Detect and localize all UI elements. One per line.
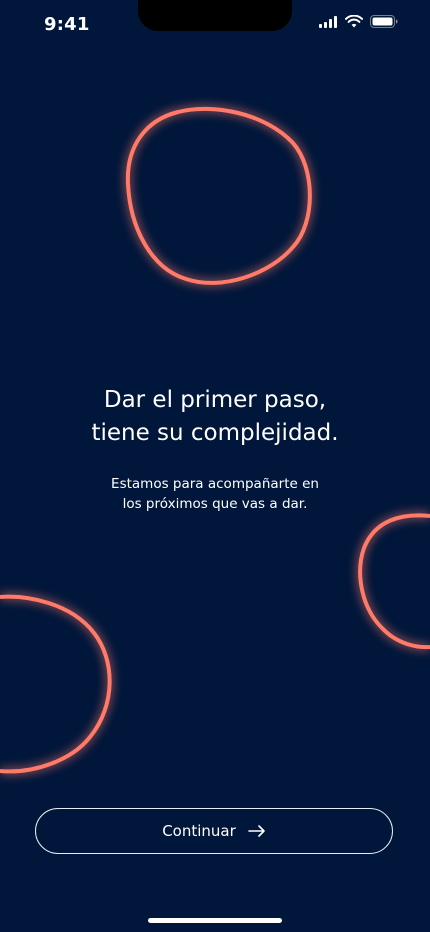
subtitle: Estamos para acompañarte en los próximos… [0, 474, 430, 514]
continue-button[interactable]: Continuar [35, 808, 393, 854]
subtitle-line-2: los próximos que vas a dar. [122, 496, 308, 512]
status-bar: 9:41 [0, 0, 430, 54]
left-ring [0, 594, 112, 774]
arrow-right-icon [247, 825, 265, 837]
signal-icon [319, 15, 337, 28]
onboarding-screen: 9:41 Dar el primer paso, tiene su comple… [0, 0, 430, 932]
headline-line-2: tiene su complejidad. [91, 420, 339, 446]
subtitle-line-1: Estamos para acompañarte en [111, 476, 319, 492]
headline: Dar el primer paso, tiene su complejidad… [0, 384, 430, 450]
status-time: 9:41 [44, 14, 90, 35]
battery-icon [370, 15, 398, 28]
right-ring [358, 513, 430, 650]
wifi-icon [345, 15, 363, 28]
decorative-rings [0, 106, 430, 774]
continue-button-label: Continuar [162, 822, 236, 840]
headline-line-1: Dar el primer paso, [103, 387, 327, 413]
notch [138, 0, 292, 31]
home-indicator [148, 918, 282, 923]
top-ring [125, 106, 312, 285]
status-icons [319, 15, 398, 28]
